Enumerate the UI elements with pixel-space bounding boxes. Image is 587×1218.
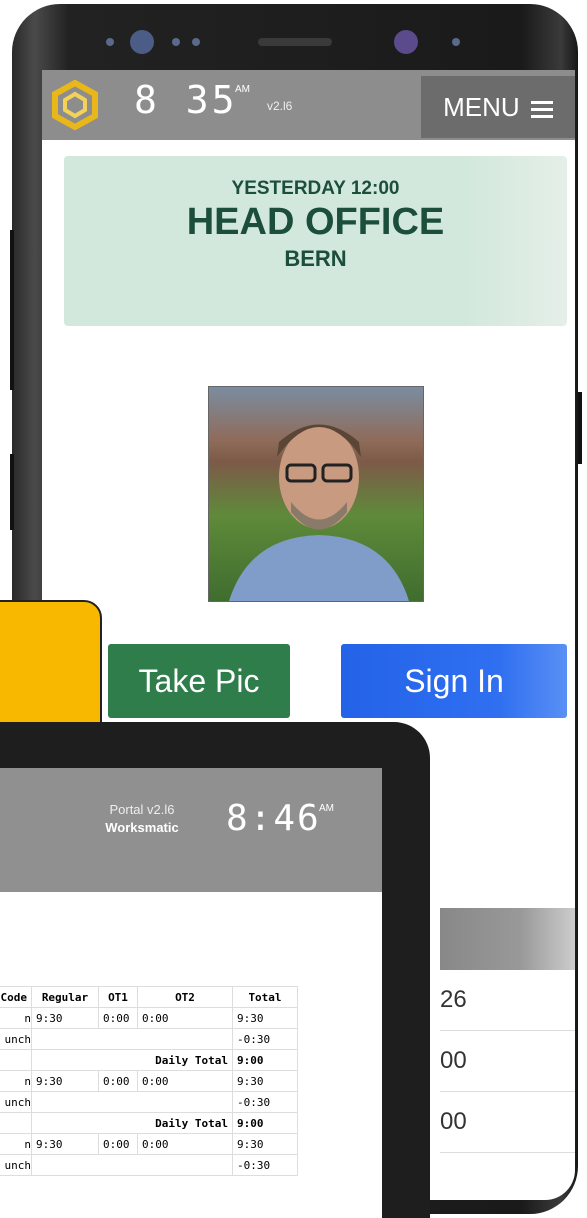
office-city: BERN [284,246,347,271]
col-cost-code: ost Code [0,986,32,1008]
speaker-grille [258,38,332,46]
col-ot2: OT2 [137,986,233,1008]
table-row: Daily Total 9:00 [0,1049,298,1071]
cell-total: -0:30 [232,1091,298,1113]
worksmatic-logo-icon [52,80,98,130]
cell-total: 9:30 [232,1007,298,1029]
portal-version: Portal v2.l6 [109,802,175,817]
cell-code: unch [0,1091,32,1113]
cell-regular: 9:30 [31,1070,99,1092]
power-button [578,392,582,464]
cell-empty [0,1049,32,1071]
cell-regular: 9:30 [31,1007,99,1029]
sensor-dot [192,38,200,46]
top-bar: 8 35 AM v2.l6 MENU [42,70,575,140]
cell-code: n [0,1007,32,1029]
side-button [10,454,14,530]
tablet-clock: 8:46 [226,798,321,839]
cell-total: 9:30 [232,1133,298,1155]
table-row: Daily Total 9:00 [0,1112,298,1134]
table-row: n 9:30 0:00 0:00 9:30 [0,1133,298,1155]
tablet-screen: Portal v2.l6 Worksmatic 8:46 AM ost Code… [0,768,382,1218]
tablet-top-bar: Portal v2.l6 Worksmatic 8:46 AM [0,768,382,892]
daily-total-label: Daily Total [31,1112,233,1134]
table-row: unch -0:30 [0,1091,298,1113]
cell-ot1: 0:00 [98,1133,138,1155]
table-row: unch -0:30 [0,1028,298,1050]
recent-list: 26 00 00 [440,908,575,1153]
camera-bar [72,30,492,54]
daily-total-value: 9:00 [232,1049,298,1071]
cell-ot2: 0:00 [137,1007,233,1029]
cell-ot1: 0:00 [98,1070,138,1092]
front-camera-icon [394,30,418,54]
volume-button [10,230,14,390]
table-row: unch -0:30 [0,1154,298,1176]
col-regular: Regular [31,986,99,1008]
col-ot1: OT1 [98,986,138,1008]
cell-ot2: 0:00 [137,1070,233,1092]
cell-total: -0:30 [232,1154,298,1176]
hamburger-icon [530,97,553,122]
table-row: n 9:30 0:00 0:00 9:30 [0,1007,298,1029]
clock-display: 8 35 [134,78,238,122]
menu-label: MENU [443,92,520,122]
cell-code: n [0,1133,32,1155]
cell-ot1: 0:00 [98,1007,138,1029]
tablet-frame: Portal v2.l6 Worksmatic 8:46 AM ost Code… [0,722,430,1218]
cell-empty [31,1091,233,1113]
take-pic-button[interactable]: Take Pic [108,644,290,718]
cell-total: 9:30 [232,1070,298,1092]
cell-total: -0:30 [232,1028,298,1050]
daily-total-value: 9:00 [232,1112,298,1134]
list-item: 26 [440,970,575,1031]
daily-total-label: Daily Total [31,1049,233,1071]
list-item: 00 [440,1092,575,1153]
menu-button[interactable]: MENU [421,76,575,138]
portrait-image [229,424,409,601]
table-header-row: ost Code Regular OT1 OT2 Total [0,986,298,1008]
sensor-dot [452,38,460,46]
brand-name: Worksmatic [105,820,179,835]
cell-code: unch [0,1028,32,1050]
cell-code: n [0,1070,32,1092]
sign-in-button[interactable]: Sign In [341,644,567,718]
cell-code: unch [0,1154,32,1176]
table-row: n 9:30 0:00 0:00 9:30 [0,1070,298,1092]
cell-empty [0,1112,32,1134]
col-total: Total [232,986,298,1008]
list-item: 00 [440,1031,575,1092]
camera-lens-icon [130,30,154,54]
user-photo [208,386,424,602]
last-event-time: YESTERDAY 12:00 [231,178,400,199]
app-version: v2.l6 [267,99,293,113]
tablet-clock-ampm: AM [319,803,334,814]
sensor-dot [172,38,180,46]
location-banner: YESTERDAY 12:00 HEAD OFFICE BERN [64,156,567,326]
office-name: HEAD OFFICE [186,201,445,243]
cell-empty [31,1154,233,1176]
timesheet-table: ost Code Regular OT1 OT2 Total n 9:30 0:… [0,986,298,1176]
cell-ot2: 0:00 [137,1133,233,1155]
cell-regular: 9:30 [31,1133,99,1155]
cell-empty [31,1028,233,1050]
clock-ampm: AM [235,84,250,95]
sensor-dot [106,38,114,46]
recent-list-header [440,908,575,970]
